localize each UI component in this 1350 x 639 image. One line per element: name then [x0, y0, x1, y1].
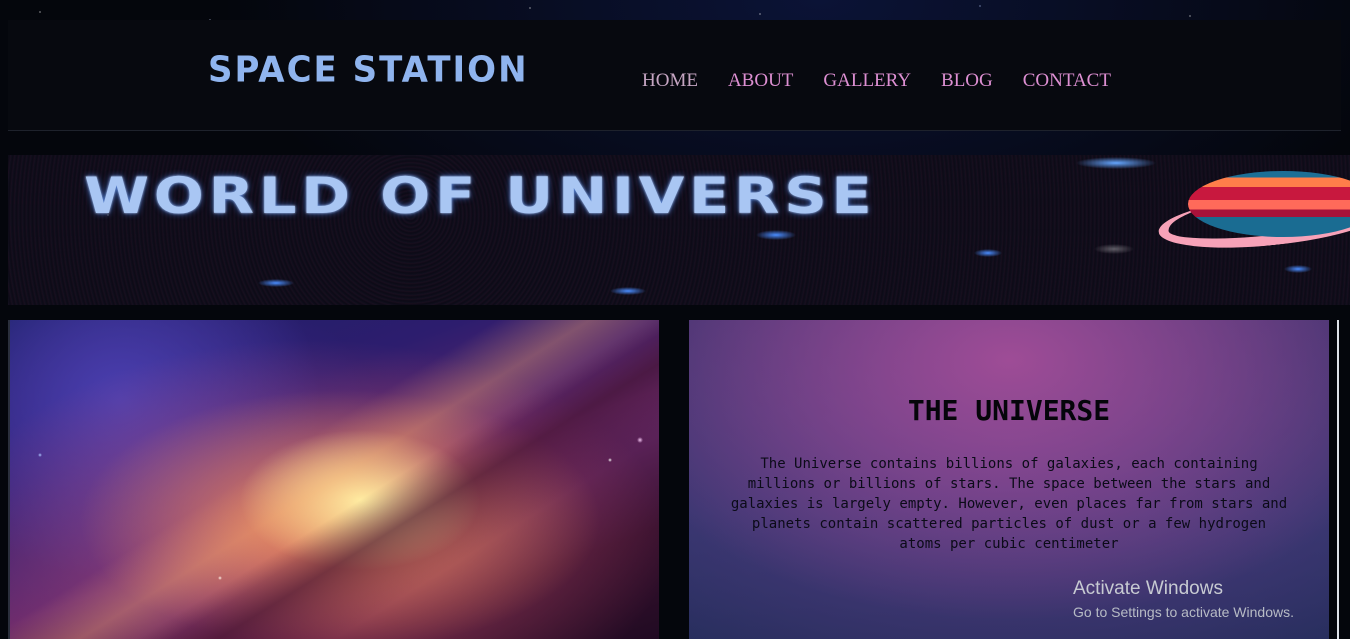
site-header: SPACE STATION HOME ABOUT GALLERY BLOG CO…: [8, 20, 1341, 131]
activate-windows-watermark: Activate Windows Go to Settings to activ…: [1073, 578, 1294, 620]
page: SPACE STATION HOME ABOUT GALLERY BLOG CO…: [0, 0, 1350, 639]
activate-windows-title: Activate Windows: [1073, 578, 1223, 599]
nav-about-link[interactable]: ABOUT: [728, 70, 793, 92]
galaxy-dust-layer: [10, 320, 659, 639]
hero-banner: WORLD OF UNIVERSE: [8, 155, 1350, 305]
nav-home-link[interactable]: HOME: [642, 70, 698, 92]
content-border: [1337, 320, 1339, 639]
nav-contact-link[interactable]: CONTACT: [1023, 70, 1111, 92]
main-nav: HOME ABOUT GALLERY BLOG CONTACT: [642, 70, 1111, 92]
universe-description: The Universe contains billions of galaxi…: [730, 456, 1288, 552]
nav-blog-link[interactable]: BLOG: [941, 70, 993, 92]
site-logo[interactable]: SPACE STATION: [208, 49, 529, 91]
banner-title: WORLD OF UNIVERSE: [84, 167, 877, 225]
activate-windows-subtitle: Go to Settings to activate Windows.: [1073, 604, 1294, 620]
universe-title: THE UNIVERSE: [907, 394, 1111, 427]
galaxy-image: [8, 320, 659, 639]
nav-gallery-link[interactable]: GALLERY: [823, 70, 911, 92]
